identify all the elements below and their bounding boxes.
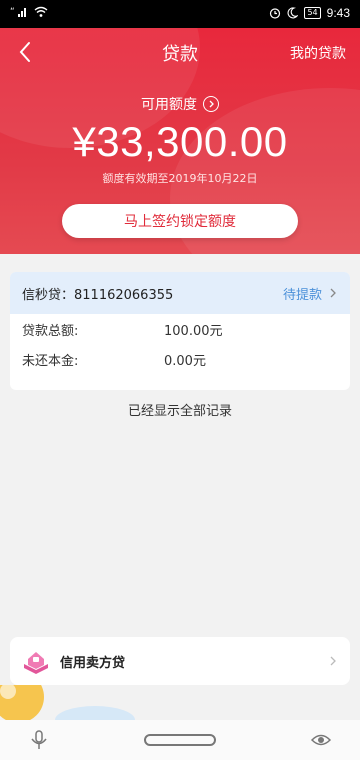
promo-label: 信用卖方贷 <box>60 655 126 671</box>
credit-amount: ¥33,300.00 <box>72 118 288 165</box>
loan-card-header[interactable]: 信秒贷：811162066355 待提款 <box>10 272 350 314</box>
battery-level: 54 <box>304 7 321 19</box>
decor-illustration <box>0 685 135 720</box>
info-circle-icon[interactable] <box>203 96 219 112</box>
moon-icon <box>287 7 299 19</box>
status-bar: “ 54 9:43 <box>0 0 360 28</box>
principal-row: 未还本金: 0.00元 <box>10 344 350 374</box>
mic-icon[interactable] <box>28 729 50 751</box>
back-arrow-icon[interactable] <box>14 40 38 64</box>
my-loans-link[interactable]: 我的贷款 <box>290 43 346 63</box>
promo-box-icon <box>24 652 48 674</box>
sign-lock-credit-button[interactable]: 马上签约锁定额度 <box>62 204 298 238</box>
loan-total-value: 100.00元 <box>164 323 223 339</box>
all-records-shown: 已经显示全部记录 <box>127 404 232 419</box>
chevron-right-icon <box>330 288 336 298</box>
nav-bar: 贷款 我的贷款 <box>0 28 360 76</box>
promo-card[interactable]: 信用卖方贷 <box>10 637 350 685</box>
loan-total-label: 贷款总额: <box>22 323 79 339</box>
available-credit-label: 可用额度 <box>141 97 197 113</box>
home-button[interactable] <box>144 734 216 746</box>
status-right: 54 9:43 <box>269 6 350 20</box>
status-left: “ <box>10 6 48 18</box>
signal-icon: “ <box>10 7 26 17</box>
system-nav-bar <box>0 720 360 760</box>
loan-total-row: 贷款总额: 100.00元 <box>10 314 350 344</box>
chevron-right-icon <box>330 656 336 666</box>
wifi-icon <box>34 6 48 17</box>
eye-icon[interactable] <box>310 729 332 751</box>
loan-card: 信秒贷：811162066355 待提款 贷款总额: 100.00元 未还本金:… <box>10 272 350 390</box>
clock: 9:43 <box>326 6 350 20</box>
svg-text:“: “ <box>10 7 15 17</box>
loan-status: 待提款 <box>282 287 322 303</box>
principal-label: 未还本金: <box>22 353 79 369</box>
loan-account: 信秒贷：811162066355 <box>22 287 174 303</box>
credit-validity: 额度有效期至2019年10月22日 <box>102 172 258 185</box>
principal-value: 0.00元 <box>164 353 206 369</box>
alarm-icon <box>270 8 281 19</box>
available-credit-row: 可用额度 <box>0 94 360 114</box>
credit-hero: 贷款 我的贷款 可用额度 ¥33,300.00 额度有效期至2019年10月22… <box>0 28 360 254</box>
